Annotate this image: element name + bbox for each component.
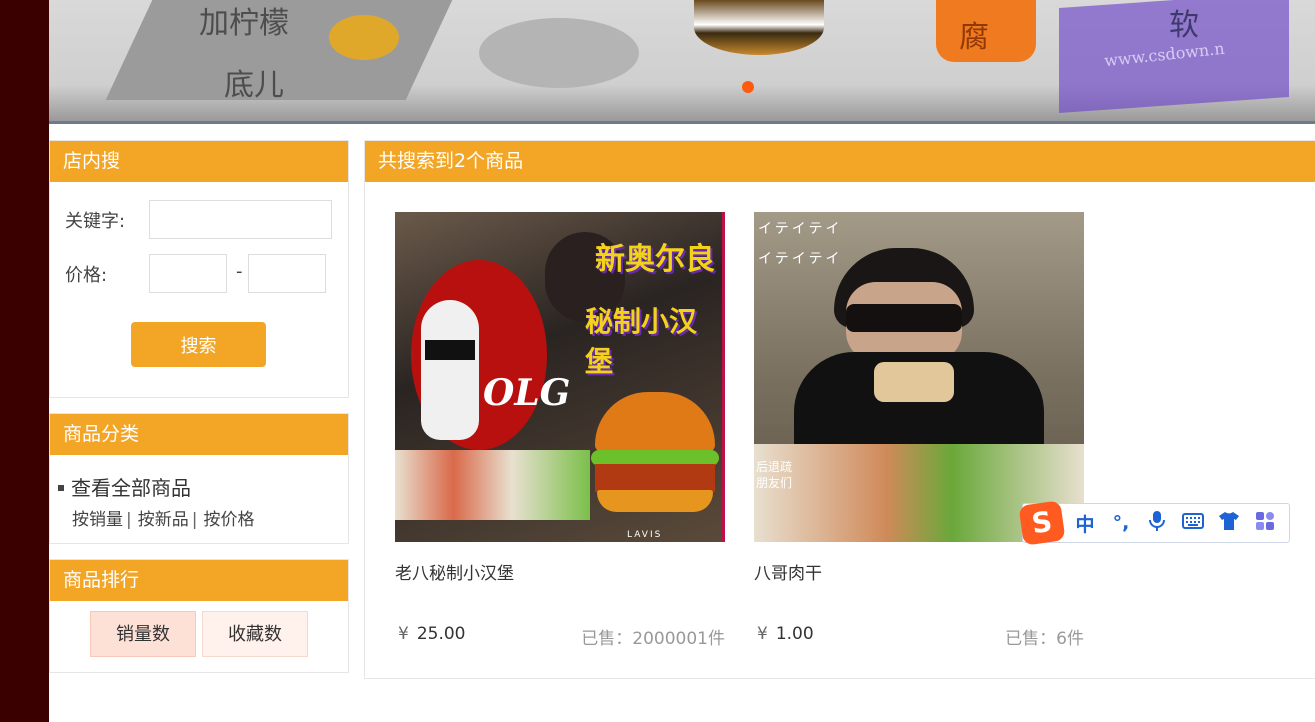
img-danmaku-text: イテイテイ (758, 221, 843, 237)
banner-text-lemon: 加柠檬 (199, 6, 289, 41)
sort-separator: | (126, 510, 132, 530)
carousel-dot-active[interactable] (742, 81, 754, 93)
ranking-title: 商品排行 (50, 560, 348, 601)
rank-by-favorites-button[interactable]: 收藏数 (202, 611, 308, 657)
img-title-line-2: 秘制小汉堡 (585, 305, 698, 378)
banner-burger (694, 0, 824, 55)
currency-symbol: ¥ (398, 624, 409, 644)
category-title: 商品分类 (50, 414, 348, 455)
product-sold-count: 已售：2000001件 (581, 629, 725, 649)
price-min-input[interactable] (149, 254, 227, 293)
img-olg-text: OLG (483, 372, 571, 414)
img-sandwich (874, 362, 954, 402)
price-separator: - (236, 261, 243, 282)
banner-text-base: 底儿 (224, 68, 284, 103)
img-danmaku-text: イテイテイ (758, 251, 843, 267)
sort-by-price-link[interactable]: 按价格 (203, 510, 254, 530)
img-footer-text: LAVIS (627, 530, 663, 540)
ime-chinese-mode-button[interactable]: 中 (1067, 510, 1103, 537)
img-burger-bottom (597, 490, 713, 512)
left-dark-strip (0, 0, 49, 722)
product-price: ¥1.00 (757, 624, 814, 644)
sogou-logo-icon[interactable]: S (1018, 500, 1066, 546)
search-results-panel: 共搜索到2个商品 OLG 新奥尔良 秘制小汉堡 LAVIS 老八秘制小汉堡 ¥2… (364, 140, 1315, 679)
img-person-mask (846, 304, 962, 332)
product-sold-count: 已售：6件 (1005, 629, 1084, 649)
banner-plate (479, 18, 639, 88)
price-max-input[interactable] (248, 254, 326, 293)
product-name[interactable]: 八哥肉干 (754, 559, 822, 584)
apps-icon[interactable] (1247, 511, 1283, 536)
img-burger-patty (595, 464, 715, 492)
results-title: 共搜索到2个商品 (365, 141, 1315, 182)
shirt-icon[interactable] (1211, 511, 1247, 536)
sort-links: 按销量 | 按新品 | 按价格 (72, 505, 254, 530)
img-overlay-text-2: 朋友们 (756, 476, 793, 490)
img-bread-tray (395, 450, 590, 520)
sort-by-sales-link[interactable]: 按销量 (72, 510, 123, 530)
product-image[interactable]: OLG 新奥尔良 秘制小汉堡 LAVIS (395, 212, 725, 542)
store-search-title: 店内搜 (50, 141, 348, 182)
price-label: 价格: (65, 265, 108, 286)
banner-text-tofu: 腐 (959, 20, 989, 55)
img-face-print (421, 300, 479, 440)
keyword-label: 关键字: (65, 211, 126, 232)
product-name[interactable]: 老八秘制小汉堡 (395, 559, 514, 584)
img-overlay-text-1: 后退疏 (756, 460, 793, 474)
rank-by-sales-button[interactable]: 销量数 (90, 611, 196, 657)
ranking-panel: 商品排行 销量数 收藏数 (49, 559, 349, 673)
img-title-line-1: 新奥尔良 (595, 242, 715, 277)
currency-symbol: ¥ (757, 624, 768, 644)
img-face-mask (425, 340, 475, 360)
product-image[interactable]: イテイテイ イテイテイ 后退疏 朋友们 (754, 212, 1084, 542)
bullet-square-icon (58, 484, 64, 491)
view-all-label: 查看全部商品 (71, 476, 191, 500)
price-value: 25.00 (416, 624, 466, 644)
keyword-input[interactable] (149, 200, 332, 239)
mic-icon[interactable] (1139, 510, 1175, 537)
ime-punctuation-button[interactable]: °, (1103, 512, 1139, 534)
keyboard-icon[interactable] (1175, 512, 1211, 534)
view-all-products-link[interactable]: 查看全部商品 (58, 472, 191, 501)
price-value: 1.00 (775, 624, 814, 644)
banner-gold-coin (329, 15, 399, 60)
banner-text-soft: 软 (1169, 8, 1199, 43)
product-price: ¥25.00 (398, 624, 466, 644)
search-button[interactable]: 搜索 (131, 322, 266, 367)
banner-carousel[interactable]: 加柠檬 底儿 腐 软 www.csdown.n (49, 0, 1315, 124)
store-search-panel: 店内搜 关键字: 价格: - 搜索 (49, 140, 349, 398)
category-panel: 商品分类 查看全部商品 按销量 | 按新品 | 按价格 (49, 413, 349, 544)
ime-toolbar[interactable]: S 中 °, (1018, 500, 1290, 546)
sort-by-new-link[interactable]: 按新品 (138, 510, 189, 530)
sort-separator: | (191, 510, 198, 530)
